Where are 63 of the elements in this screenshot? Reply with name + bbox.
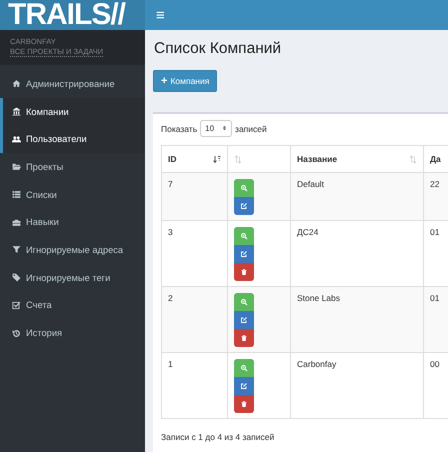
magnify-icon (240, 364, 248, 372)
checkbox-icon (12, 300, 21, 310)
table-cell: 2 (162, 286, 228, 352)
briefcase-icon (12, 218, 21, 227)
sidebar-item[interactable]: Игнорируемые теги (0, 264, 145, 292)
table-cell: Stone Labs (290, 286, 424, 352)
show-label: Показать (161, 124, 198, 134)
magnify-icon (240, 298, 248, 306)
edit-icon (240, 202, 248, 210)
edit-icon (240, 316, 248, 324)
table-cell: 7 (162, 172, 228, 220)
users-icon (12, 134, 21, 144)
spinner-icon (222, 124, 228, 132)
column-header[interactable]: ID (162, 146, 228, 172)
trash-icon (240, 400, 248, 408)
table-cell: Default (290, 172, 424, 220)
delete-button[interactable] (234, 395, 254, 413)
magnify-icon (240, 184, 248, 192)
sort-descending-icon (213, 154, 221, 164)
edit-icon (240, 250, 248, 258)
table-cell: 01 (424, 286, 448, 352)
table-cell: 1 (162, 352, 228, 418)
sort-icon (409, 154, 417, 164)
add-company-button[interactable]: + Компания (153, 70, 218, 92)
view-button[interactable] (234, 179, 254, 197)
magnify-icon (240, 232, 248, 240)
sidebar-item[interactable]: Пользователи (0, 125, 145, 154)
sidebar-item[interactable]: Навыки (0, 208, 145, 236)
sidebar-item[interactable]: Проекты (0, 153, 145, 181)
tags-icon (12, 273, 21, 282)
edit-button[interactable] (234, 311, 254, 329)
filter-icon (12, 245, 21, 254)
sidebar-item[interactable]: Игнорируемые адреса (0, 236, 145, 264)
edit-icon (240, 382, 248, 390)
table-cell: 22 (424, 172, 448, 220)
app-logo: TRAILS// (0, 0, 145, 30)
page-size-select[interactable]: 10 (200, 120, 232, 137)
sort-icon (234, 154, 242, 164)
edit-button[interactable] (234, 245, 254, 263)
sidebar-item[interactable]: История (0, 319, 145, 347)
records-label: записей (235, 124, 267, 134)
table-info: Записи с 1 до 4 из 4 записей (161, 432, 276, 442)
column-header[interactable]: Название (290, 146, 424, 172)
history-icon (12, 328, 21, 338)
view-button[interactable] (234, 359, 254, 377)
trash-icon (240, 334, 248, 342)
home-icon (12, 79, 21, 88)
edit-button[interactable] (234, 197, 254, 215)
sidebar-item[interactable]: Администрирование (0, 70, 145, 98)
sidebar-item[interactable]: Компании (0, 98, 145, 126)
table-cell: Carbonfay (290, 352, 424, 418)
edit-button[interactable] (234, 377, 254, 395)
trash-icon (240, 268, 248, 276)
bank-icon (12, 107, 21, 116)
delete-button[interactable] (234, 263, 254, 281)
view-button[interactable] (234, 293, 254, 311)
folder-icon (12, 162, 21, 172)
sidebar-item[interactable]: Списки (0, 180, 145, 208)
delete-button[interactable] (234, 329, 254, 347)
page-title: Список Компаний (154, 40, 282, 58)
view-button[interactable] (234, 227, 254, 245)
sidebar-item[interactable]: Счета (0, 292, 145, 320)
list-icon (12, 190, 21, 200)
